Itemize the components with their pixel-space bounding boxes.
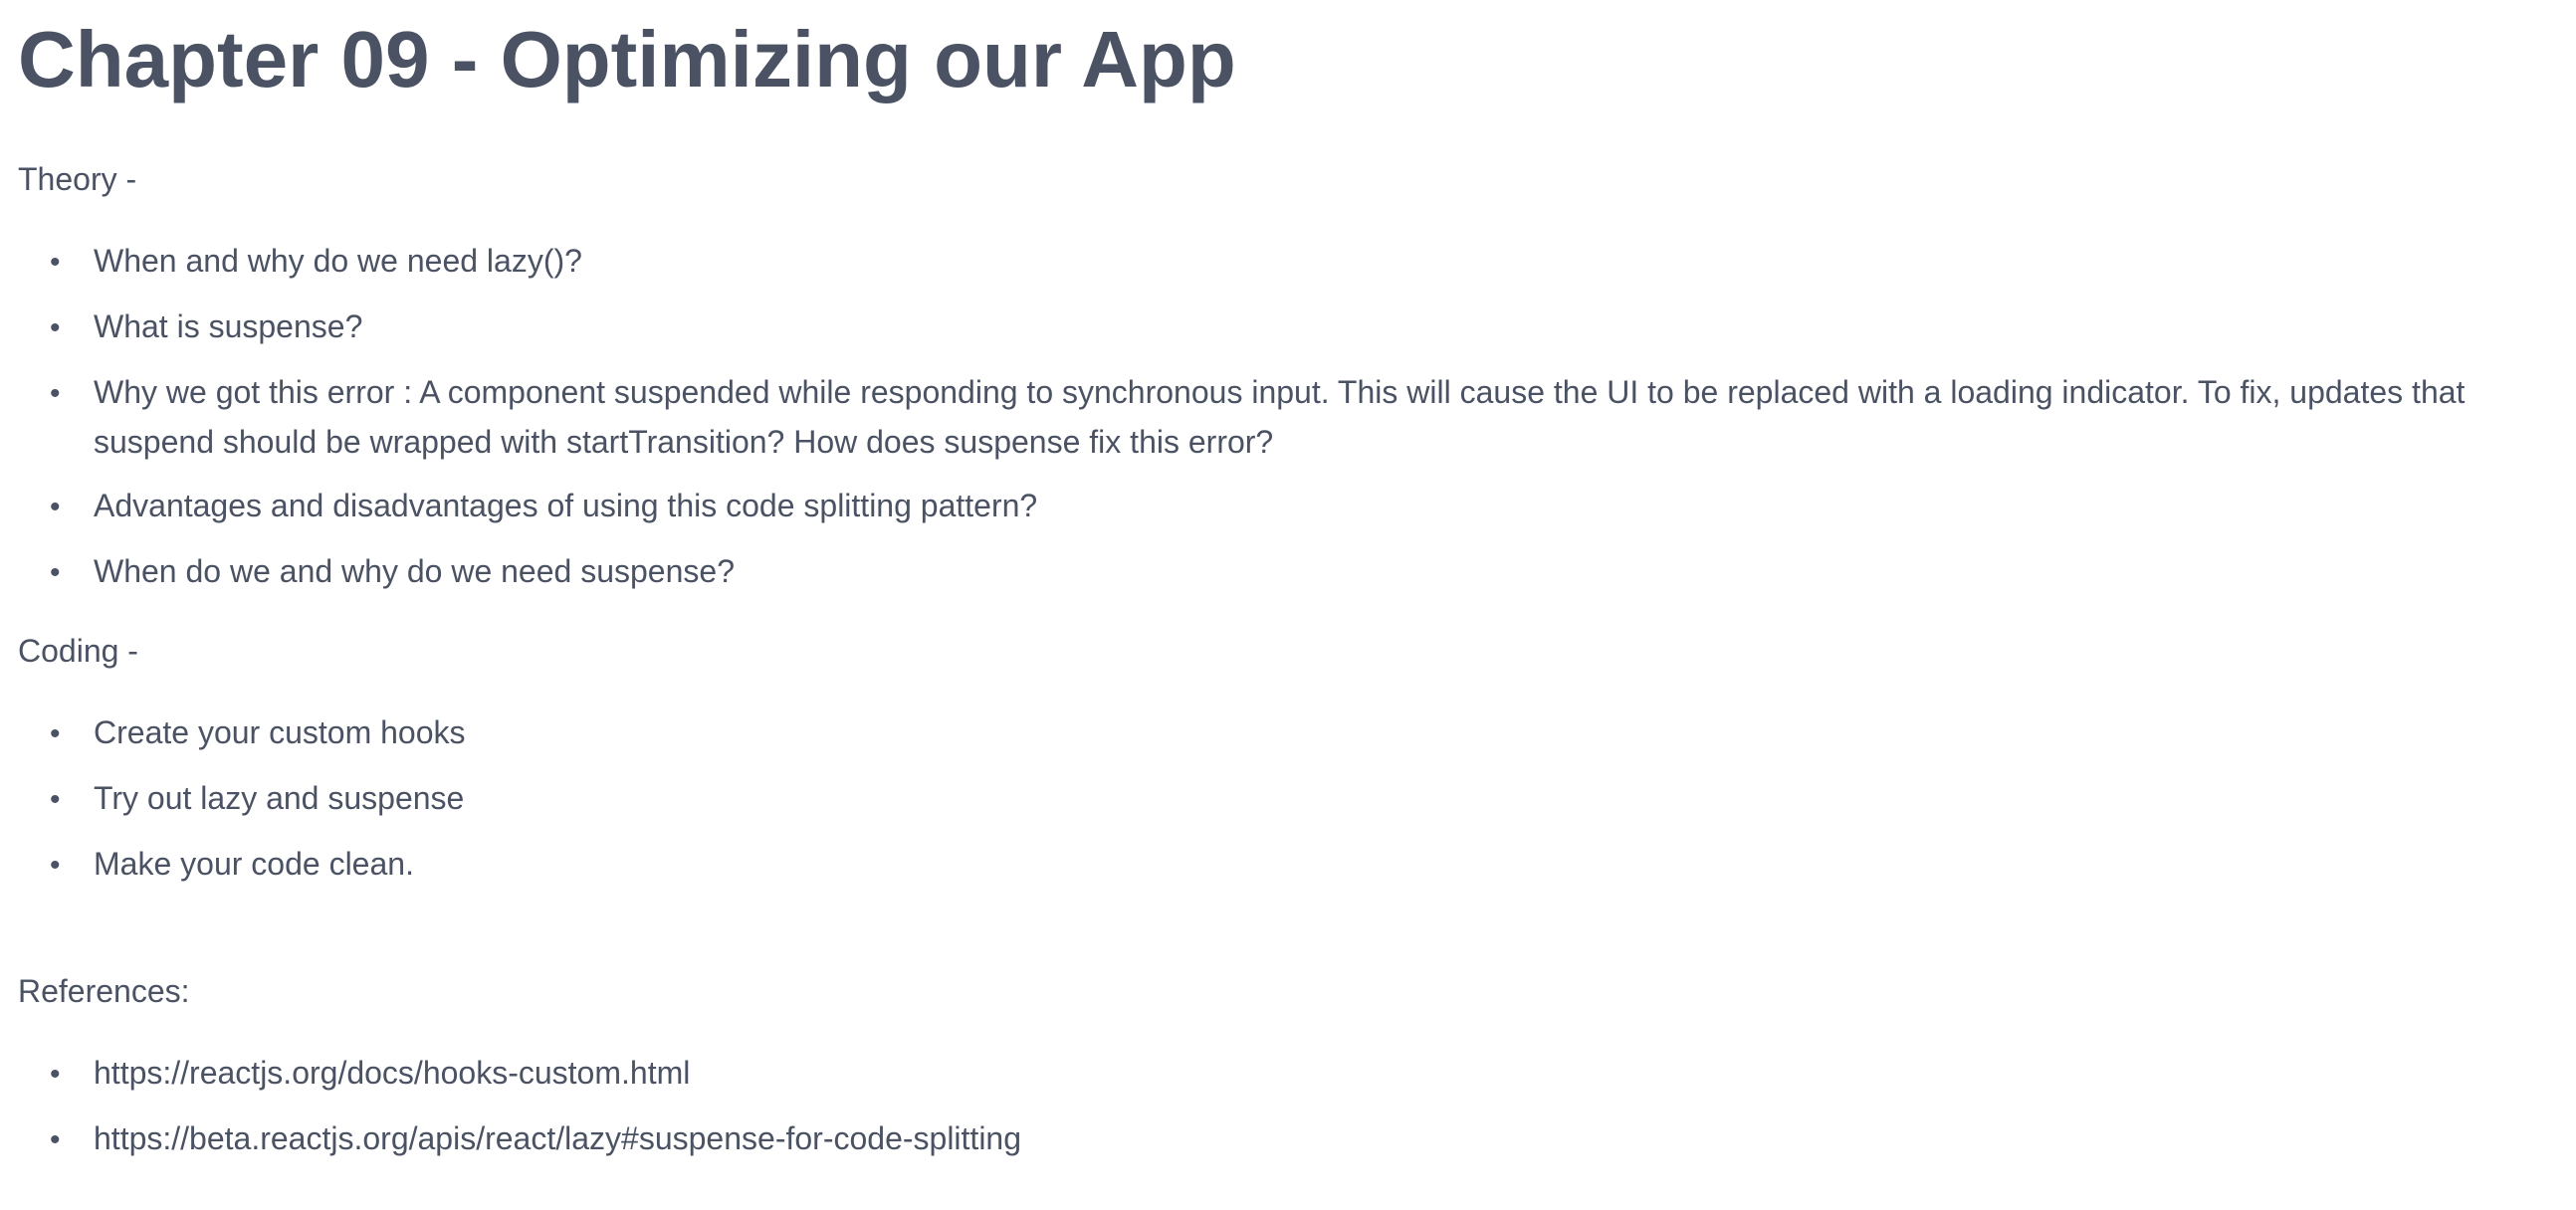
list-item-text: Make your code clean. xyxy=(94,846,414,882)
page-title: Chapter 09 - Optimizing our App xyxy=(18,15,1236,103)
list-item: • When and why do we need lazy()? xyxy=(18,237,2558,287)
list-item-text: When and why do we need lazy()? xyxy=(94,243,582,279)
list-item-text: Advantages and disadvantages of using th… xyxy=(94,488,1038,523)
theory-heading: Theory - xyxy=(18,161,137,197)
bullet-icon: • xyxy=(50,717,61,750)
list-item-text: Try out lazy and suspense xyxy=(94,780,465,816)
bullet-icon: • xyxy=(50,246,61,279)
bullet-icon: • xyxy=(50,849,61,882)
bullet-icon: • xyxy=(50,1058,61,1091)
document-page: Chapter 09 - Optimizing our App Theory -… xyxy=(18,0,2558,1180)
list-item-text: What is suspense? xyxy=(94,308,363,344)
list-item: • When do we and why do we need suspense? xyxy=(18,547,2558,597)
list-item: • Try out lazy and suspense xyxy=(18,774,2558,824)
bullet-icon: • xyxy=(50,377,61,410)
coding-list: • Create your custom hooks • Try out lazy … xyxy=(18,708,2558,890)
bullet-icon: • xyxy=(50,311,61,344)
list-item: • https://reactjs.org/docs/hooks-custom.h… xyxy=(18,1049,2558,1099)
list-item-text: When do we and why do we need suspense? xyxy=(94,553,735,589)
list-item: • Why we got this error : A component sus… xyxy=(18,368,2558,466)
list-item: • What is suspense? xyxy=(18,302,2558,352)
list-item: • https://beta.reactjs.org/apis/react/laz… xyxy=(18,1114,2558,1164)
list-item-text: Create your custom hooks xyxy=(94,714,466,750)
bullet-icon: • xyxy=(50,491,61,523)
list-item-text: Why we got this error : A component susp… xyxy=(94,374,2466,460)
bullet-icon: • xyxy=(50,783,61,816)
list-item: • Make your code clean. xyxy=(18,840,2558,890)
bullet-icon: • xyxy=(50,1123,61,1156)
theory-list: • When and why do we need lazy()? • What i… xyxy=(18,237,2558,597)
coding-heading: Coding - xyxy=(18,633,138,669)
references-heading: References: xyxy=(18,973,190,1009)
references-list: • https://reactjs.org/docs/hooks-custom.h… xyxy=(18,1049,2558,1164)
list-item: • Create your custom hooks xyxy=(18,708,2558,758)
reference-link[interactable]: https://reactjs.org/docs/hooks-custom.ht… xyxy=(94,1055,690,1091)
bullet-icon: • xyxy=(50,556,61,589)
reference-link[interactable]: https://beta.reactjs.org/apis/react/lazy… xyxy=(94,1120,1021,1156)
list-item: • Advantages and disadvantages of using t… xyxy=(18,482,2558,531)
